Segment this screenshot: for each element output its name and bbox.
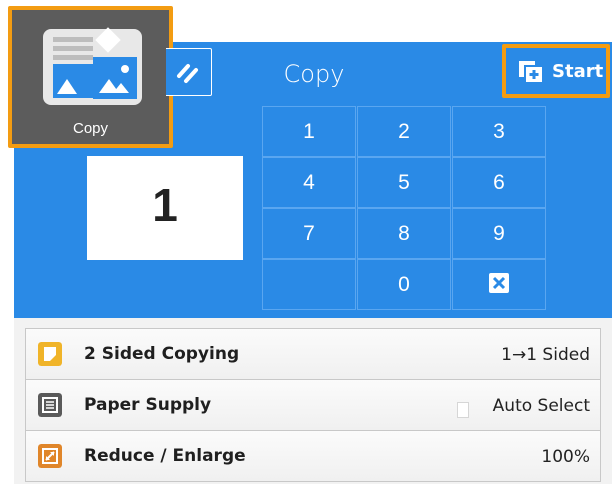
start-icon xyxy=(519,61,544,84)
setting-label: Reduce / Enlarge xyxy=(84,446,246,466)
setting-value: 1→1 Sided xyxy=(501,345,590,365)
reset-icon xyxy=(177,64,198,83)
paper-supply-icon xyxy=(38,393,62,417)
key-4[interactable]: 4 xyxy=(262,157,356,208)
key-2[interactable]: 2 xyxy=(357,106,451,157)
copy-settings-list: 2 Sided Copying 1→1 Sided Paper Supply A… xyxy=(25,328,601,482)
key-6[interactable]: 6 xyxy=(452,157,546,208)
setting-2-sided-copying[interactable]: 2 Sided Copying 1→1 Sided xyxy=(25,328,601,380)
key-blank xyxy=(262,259,356,310)
start-button[interactable]: Start xyxy=(502,44,610,98)
reduce-enlarge-icon xyxy=(38,444,62,468)
key-0[interactable]: 0 xyxy=(357,259,451,310)
two-sided-icon xyxy=(38,342,62,366)
start-label: Start xyxy=(552,61,604,82)
setting-label: Paper Supply xyxy=(84,395,212,415)
setting-value: Auto Select xyxy=(492,396,590,416)
copy-quantity-display: 1 xyxy=(87,156,243,260)
key-8[interactable]: 8 xyxy=(357,208,451,259)
setting-value: 100% xyxy=(541,447,590,467)
copy-app-label: Copy xyxy=(72,120,109,137)
setting-label: 2 Sided Copying xyxy=(84,344,240,364)
setting-paper-supply[interactable]: Paper Supply Auto Select xyxy=(25,379,601,431)
key-9[interactable]: 9 xyxy=(452,208,546,259)
copy-settings-panel: 2 Sided Copying 1→1 Sided Paper Supply A… xyxy=(14,318,612,484)
key-1[interactable]: 1 xyxy=(262,106,356,157)
key-3[interactable]: 3 xyxy=(452,106,546,157)
key-5[interactable]: 5 xyxy=(357,157,451,208)
key-7[interactable]: 7 xyxy=(262,208,356,259)
reset-button[interactable] xyxy=(166,48,212,96)
copy-app-tile[interactable]: Copy xyxy=(8,6,173,148)
setting-reduce-enlarge[interactable]: Reduce / Enlarge 100% xyxy=(25,430,601,482)
screen-title: Copy xyxy=(283,60,345,88)
clear-button[interactable] xyxy=(452,259,546,310)
paper-tray-icon xyxy=(457,402,469,418)
copy-screen: Copy Copy Start 1 1 2 3 4 5 6 7 8 9 0 2 … xyxy=(0,0,612,484)
copy-quantity-value: 1 xyxy=(152,179,178,231)
numeric-keypad: 1 2 3 4 5 6 7 8 9 0 xyxy=(262,106,546,310)
clear-icon xyxy=(489,273,509,294)
copy-app-icon xyxy=(43,27,142,105)
